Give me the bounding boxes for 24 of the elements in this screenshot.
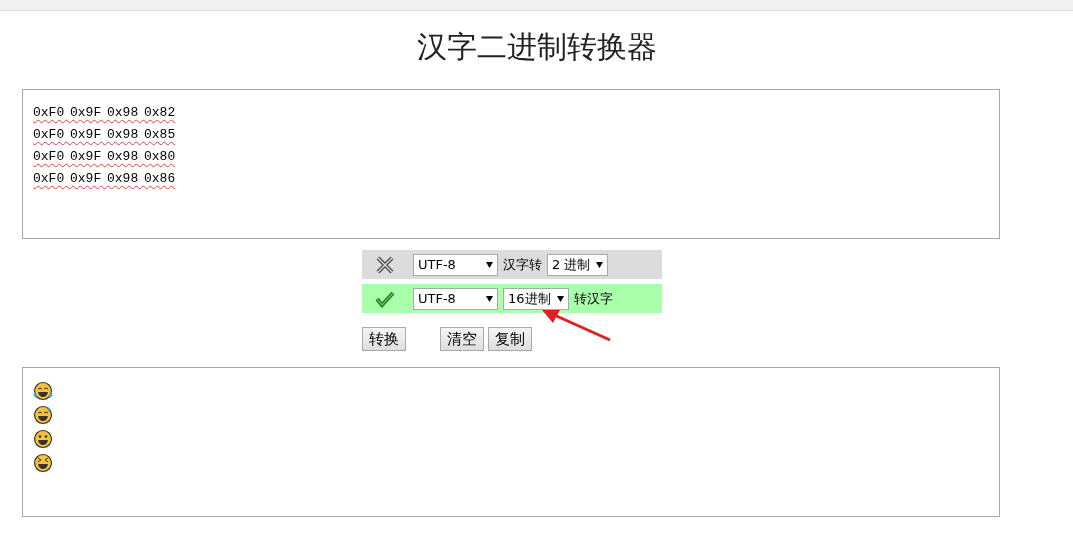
action-button[interactable]: 清空 xyxy=(440,327,484,351)
emoji-icon xyxy=(33,405,53,425)
page-title: 汉字二进制转换器 xyxy=(415,28,658,66)
action-button[interactable]: 复制 xyxy=(488,327,532,351)
dropdown[interactable]: UTF-8 xyxy=(413,287,498,310)
mode-label: 转汉字 xyxy=(573,289,613,308)
mode-row[interactable]: UTF-8 汉字转 2 进制 xyxy=(362,250,662,279)
caret-icon xyxy=(556,295,564,302)
mode-row[interactable]: UTF-8 16进制 转汉字 xyxy=(362,284,662,313)
output-field[interactable] xyxy=(22,367,1000,517)
mode-label: 汉字转 xyxy=(503,255,542,274)
caret-icon xyxy=(596,261,604,268)
dropdown[interactable]: UTF-8 xyxy=(413,253,498,276)
action-button[interactable]: 转换 xyxy=(362,327,406,351)
input-field[interactable]: 0xF0 0x9F 0x98 0x82 0xF0 0x9F 0x98 0x85 0xF0 0x9F 0x98 0x80 0xF0 0x9F 0x98 0x86 xyxy=(22,89,1000,239)
emoji-icon xyxy=(33,453,53,473)
dropdown[interactable]: 2 进制 xyxy=(547,253,609,276)
emoji-icon xyxy=(33,429,53,449)
arrow-annotation xyxy=(540,308,612,344)
caret-icon xyxy=(486,295,493,302)
dropdown[interactable]: 16进制 xyxy=(503,287,569,310)
caret-icon xyxy=(486,261,493,268)
close-icon[interactable] xyxy=(374,254,396,275)
emoji-icon xyxy=(33,381,53,401)
